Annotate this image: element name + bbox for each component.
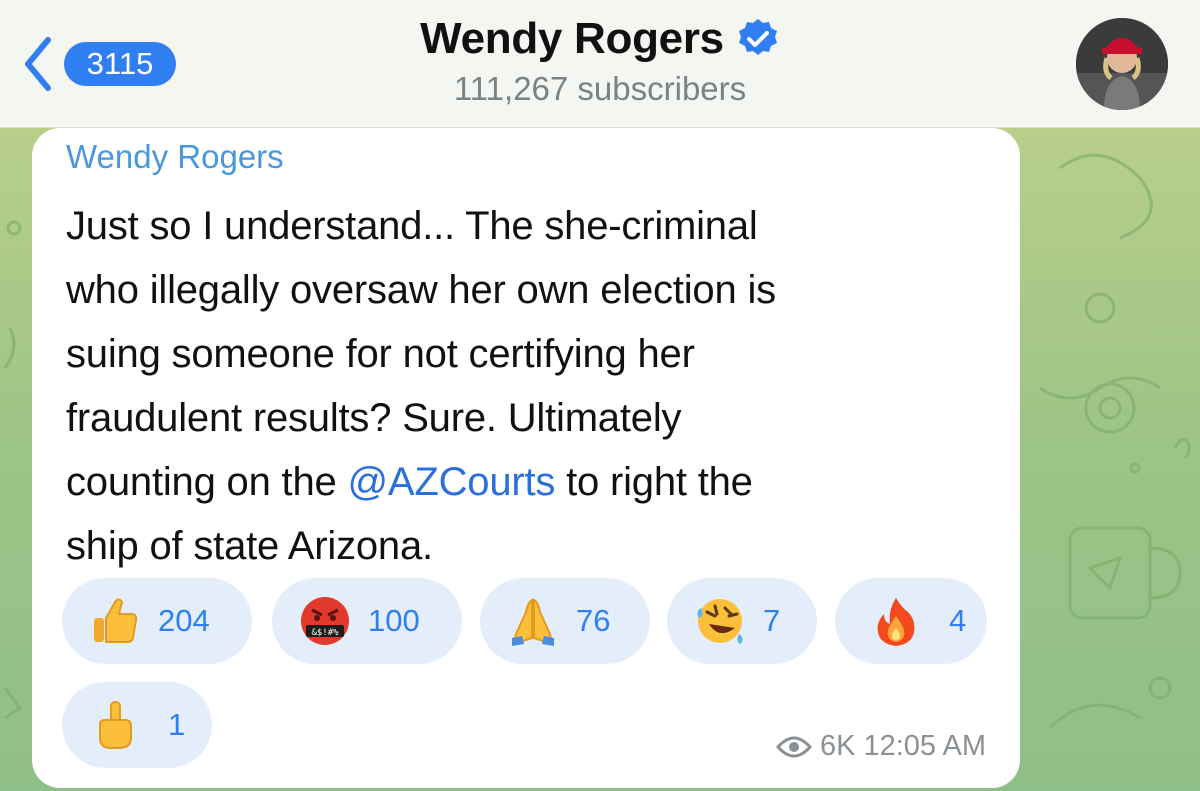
rofl-face-icon bbox=[693, 594, 747, 648]
verified-icon bbox=[738, 19, 777, 55]
back-button[interactable]: 3115 bbox=[20, 30, 190, 98]
reaction-count: 7 bbox=[763, 603, 781, 638]
svg-text:&$!#%: &$!#% bbox=[311, 628, 339, 638]
reaction-count: 100 bbox=[368, 603, 420, 638]
message-line-part: counting on the bbox=[66, 460, 348, 504]
reaction-count: 204 bbox=[158, 603, 210, 638]
message-bubble[interactable]: Wendy Rogers Just so I understand... The… bbox=[32, 128, 1020, 788]
channel-header: 3115 Wendy Rogers 111,267 subscribers bbox=[0, 0, 1200, 128]
message-line: fraudulent results? Sure. Ultimately bbox=[66, 396, 682, 440]
message-time: 12:05 AM bbox=[863, 730, 986, 762]
eye-icon bbox=[775, 736, 812, 757]
folded-hands-icon bbox=[506, 594, 560, 648]
avatar[interactable] bbox=[1076, 18, 1168, 110]
reaction-count: 76 bbox=[576, 603, 611, 638]
message-line: who illegally oversaw her own election i… bbox=[66, 268, 776, 312]
channel-name: Wendy Rogers bbox=[420, 14, 724, 63]
message-meta: 6K 12:05 AM bbox=[775, 730, 986, 763]
view-count: 6K bbox=[819, 730, 856, 762]
message-line: Just so I understand... The she-criminal bbox=[66, 204, 758, 248]
reaction-count: 4 bbox=[949, 603, 967, 638]
middle-finger-icon bbox=[88, 698, 142, 752]
thumbs-up-icon bbox=[88, 594, 142, 648]
message-text: Just so I understand... The she-criminal… bbox=[66, 194, 986, 578]
cursing-face-icon: &$!#% bbox=[298, 594, 352, 648]
reaction-thumbs-up[interactable]: 204 bbox=[62, 578, 252, 664]
fire-icon bbox=[869, 594, 923, 648]
message-line: counting on the @AZCourts to right the bbox=[66, 450, 986, 514]
reaction-fire[interactable]: 4 bbox=[835, 578, 987, 664]
message-line: suing someone for not certifying her bbox=[66, 332, 695, 376]
message-line: ship of state Arizona. bbox=[66, 524, 433, 568]
reaction-cursing-face[interactable]: &$!#% 100 bbox=[272, 578, 462, 664]
unread-count-badge: 3115 bbox=[64, 42, 176, 86]
message-line-part: to right the bbox=[566, 460, 753, 504]
reaction-middle-finger[interactable]: 1 bbox=[62, 682, 212, 768]
reaction-count: 1 bbox=[168, 707, 186, 742]
subscriber-count: 111,267 subscribers bbox=[453, 70, 747, 107]
chevron-left-icon bbox=[25, 37, 51, 91]
reaction-rofl[interactable]: 7 bbox=[667, 578, 817, 664]
mention-link[interactable]: @AZCourts bbox=[347, 460, 555, 504]
channel-title-area[interactable]: Wendy Rogers 111,267 subscribers bbox=[300, 14, 900, 108]
reaction-folded-hands[interactable]: 76 bbox=[480, 578, 650, 664]
sender-name[interactable]: Wendy Rogers bbox=[66, 138, 284, 176]
